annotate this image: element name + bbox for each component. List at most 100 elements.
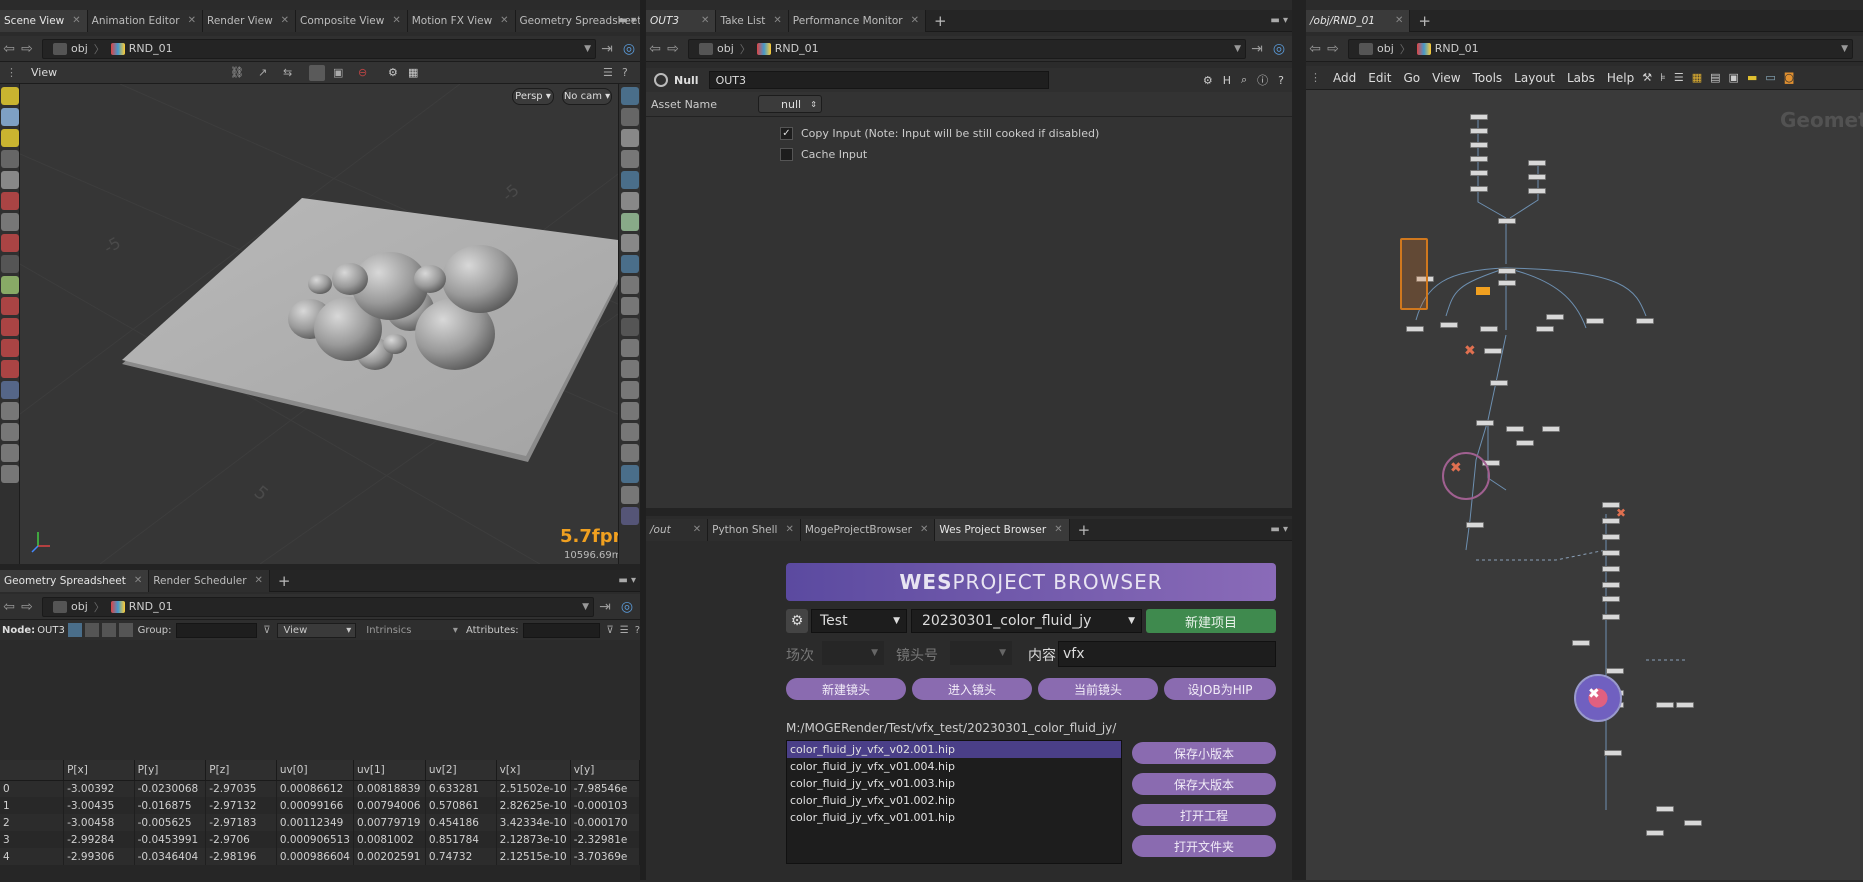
network-node[interactable] bbox=[1636, 318, 1654, 324]
save-minor-version-button[interactable]: 保存小版本 bbox=[1132, 742, 1276, 764]
chevron-down-icon[interactable]: ▼ bbox=[582, 602, 589, 612]
network-node[interactable] bbox=[1470, 170, 1488, 176]
breadcrumb-root[interactable]: obj bbox=[1353, 42, 1400, 55]
network-node[interactable] bbox=[1440, 322, 1458, 328]
tab-geometry-spreadsheet[interactable]: Geometry Spreadsheet ✕ bbox=[0, 569, 150, 592]
network-node[interactable] bbox=[1484, 348, 1502, 354]
close-icon[interactable]: ✕ bbox=[1395, 15, 1403, 26]
snap-magnet-icon[interactable] bbox=[0, 360, 19, 378]
close-icon[interactable]: ✕ bbox=[920, 524, 928, 535]
breadcrumb-node[interactable]: RND_01 bbox=[105, 600, 179, 613]
link-icon[interactable]: ◎ bbox=[1268, 41, 1290, 57]
close-icon[interactable]: ✕ bbox=[134, 575, 142, 586]
lock-tool-icon[interactable] bbox=[0, 171, 19, 189]
table-row[interactable]: 0 -3.00392 -0.0230068 -2.97035 0.00086612 0.0… bbox=[0, 780, 640, 797]
close-icon[interactable]: ✕ bbox=[500, 15, 508, 26]
camera-icon[interactable]: ▣ bbox=[333, 66, 343, 79]
network-node[interactable] bbox=[1470, 186, 1488, 192]
tab-python-shell[interactable]: Python Shell ✕ bbox=[708, 518, 801, 541]
content-field[interactable]: vfx bbox=[1058, 641, 1276, 667]
column-header[interactable]: P[z] bbox=[205, 760, 277, 781]
display-toggle-icon[interactable] bbox=[309, 64, 325, 81]
headlight-icon[interactable] bbox=[620, 213, 639, 231]
close-icon[interactable]: ✕ bbox=[701, 15, 709, 26]
column-header[interactable] bbox=[0, 760, 65, 781]
pin-icon[interactable]: ⇥ bbox=[1246, 41, 1268, 57]
close-icon[interactable]: ✕ bbox=[693, 524, 701, 535]
hscript-icon[interactable]: H bbox=[1223, 74, 1231, 87]
open-folder-button[interactable]: 打开文件夹 bbox=[1132, 835, 1276, 857]
back-arrow-icon[interactable]: ⇦ bbox=[1306, 41, 1324, 57]
cross-node-icon[interactable]: ✖ bbox=[1616, 506, 1626, 520]
tab-out[interactable]: /out ✕ bbox=[646, 518, 709, 541]
network-node[interactable] bbox=[1536, 326, 1554, 332]
network-node[interactable] bbox=[1656, 702, 1674, 708]
magnet-tool-icon[interactable] bbox=[0, 192, 19, 210]
network-node[interactable] bbox=[1470, 114, 1488, 120]
edge-icon[interactable] bbox=[620, 339, 639, 357]
network-node[interactable] bbox=[1604, 750, 1622, 756]
current-shot-button[interactable]: 当前镜头 bbox=[1038, 678, 1158, 700]
network-node[interactable] bbox=[1506, 426, 1524, 432]
tab-wes-project-browser[interactable]: Wes Project Browser ✕ bbox=[935, 518, 1070, 541]
back-arrow-icon[interactable]: ⇦ bbox=[0, 41, 18, 57]
link-icon[interactable]: ◎ bbox=[616, 599, 638, 615]
pane-menu-icon[interactable]: ▬ ▾ bbox=[618, 15, 636, 26]
breadcrumb-node[interactable]: RND_01 bbox=[105, 42, 179, 55]
column-header[interactable]: P[x] bbox=[63, 760, 135, 781]
breadcrumb[interactable]: obj 〉 RND_01 ▼ bbox=[42, 596, 594, 617]
table-row[interactable]: 3 -2.99284 -0.0453991 -2.9706 0.000906513 0.0… bbox=[0, 831, 640, 848]
network-node[interactable] bbox=[1542, 426, 1560, 432]
close-icon[interactable]: ✕ bbox=[911, 15, 919, 26]
file-list[interactable]: color_fluid_jy_vfx_v02.001.hip color_flui… bbox=[786, 740, 1122, 864]
ghost-icon[interactable] bbox=[620, 108, 639, 126]
forward-arrow-icon[interactable]: ⇨ bbox=[18, 41, 36, 57]
network-menu-item[interactable]: Tools bbox=[1473, 71, 1503, 85]
chevron-down-icon[interactable]: ▼ bbox=[584, 44, 591, 54]
pane-menu-icon[interactable]: ▬ ▾ bbox=[1270, 524, 1288, 535]
geometry-icon[interactable] bbox=[620, 255, 639, 273]
image-icon[interactable]: ▣ bbox=[1729, 71, 1739, 84]
tab-out3[interactable]: OUT3 ✕ bbox=[646, 9, 717, 32]
network-node[interactable] bbox=[1516, 440, 1534, 446]
pane-menu-icon[interactable]: ▬ ▾ bbox=[1270, 15, 1288, 26]
viewport-layout-icon[interactable] bbox=[0, 381, 19, 399]
breadcrumb[interactable]: obj 〉 RND_01 ▼ bbox=[688, 38, 1246, 59]
column-header[interactable]: uv[2] bbox=[425, 760, 497, 781]
tab-render-view[interactable]: Render View ✕ bbox=[203, 9, 297, 32]
numbers-icon[interactable] bbox=[620, 381, 639, 399]
shot-dropdown[interactable]: 20230301_color_fluid_jy ▼ bbox=[911, 609, 1142, 633]
dot-icon[interactable] bbox=[620, 318, 639, 336]
shading-icon[interactable] bbox=[620, 171, 639, 189]
render-region-icon[interactable]: ▦ bbox=[408, 66, 418, 79]
network-node[interactable] bbox=[1546, 314, 1564, 320]
options-icon[interactable]: ☰ bbox=[620, 625, 629, 636]
breadcrumb-root[interactable]: obj bbox=[47, 42, 94, 55]
move-tool-icon[interactable]: ↗ bbox=[258, 66, 267, 79]
close-icon[interactable]: ✕ bbox=[773, 15, 781, 26]
tab-composite-view[interactable]: Composite View ✕ bbox=[296, 9, 408, 32]
breadcrumb-root[interactable]: obj bbox=[47, 600, 94, 613]
breadcrumb-node[interactable]: RND_01 bbox=[1411, 42, 1485, 55]
triangle-tool-icon[interactable] bbox=[0, 276, 19, 294]
filter-icon[interactable]: ⊽ bbox=[606, 625, 613, 636]
tree-icon[interactable]: ⊧ bbox=[1660, 71, 1666, 84]
close-icon[interactable]: ✕ bbox=[255, 575, 263, 586]
chevron-down-icon[interactable]: ▼ bbox=[1841, 44, 1848, 54]
help-icon[interactable]: ? bbox=[1278, 74, 1284, 87]
copy-input-checkbox[interactable]: ✓ bbox=[780, 127, 793, 140]
wrench-icon[interactable]: ⚒ bbox=[1642, 71, 1652, 84]
network-node[interactable] bbox=[1572, 640, 1590, 646]
scene-dropdown[interactable]: ▼ bbox=[822, 641, 884, 665]
points-icon[interactable] bbox=[620, 297, 639, 315]
tab-animation-editor[interactable]: Animation Editor ✕ bbox=[87, 9, 204, 32]
sculpt-tool-icon[interactable] bbox=[0, 129, 19, 147]
add-tab-button[interactable]: + bbox=[1410, 10, 1439, 32]
column-header[interactable]: uv[0] bbox=[276, 760, 355, 781]
tab-take-list[interactable]: Take List ✕ bbox=[716, 9, 789, 32]
network-node[interactable] bbox=[1466, 522, 1484, 528]
vertical-splitter[interactable] bbox=[1292, 0, 1306, 880]
attributes-field[interactable] bbox=[522, 622, 601, 638]
column-header[interactable]: uv[1] bbox=[353, 760, 426, 781]
paint-tool-icon[interactable] bbox=[0, 87, 19, 105]
